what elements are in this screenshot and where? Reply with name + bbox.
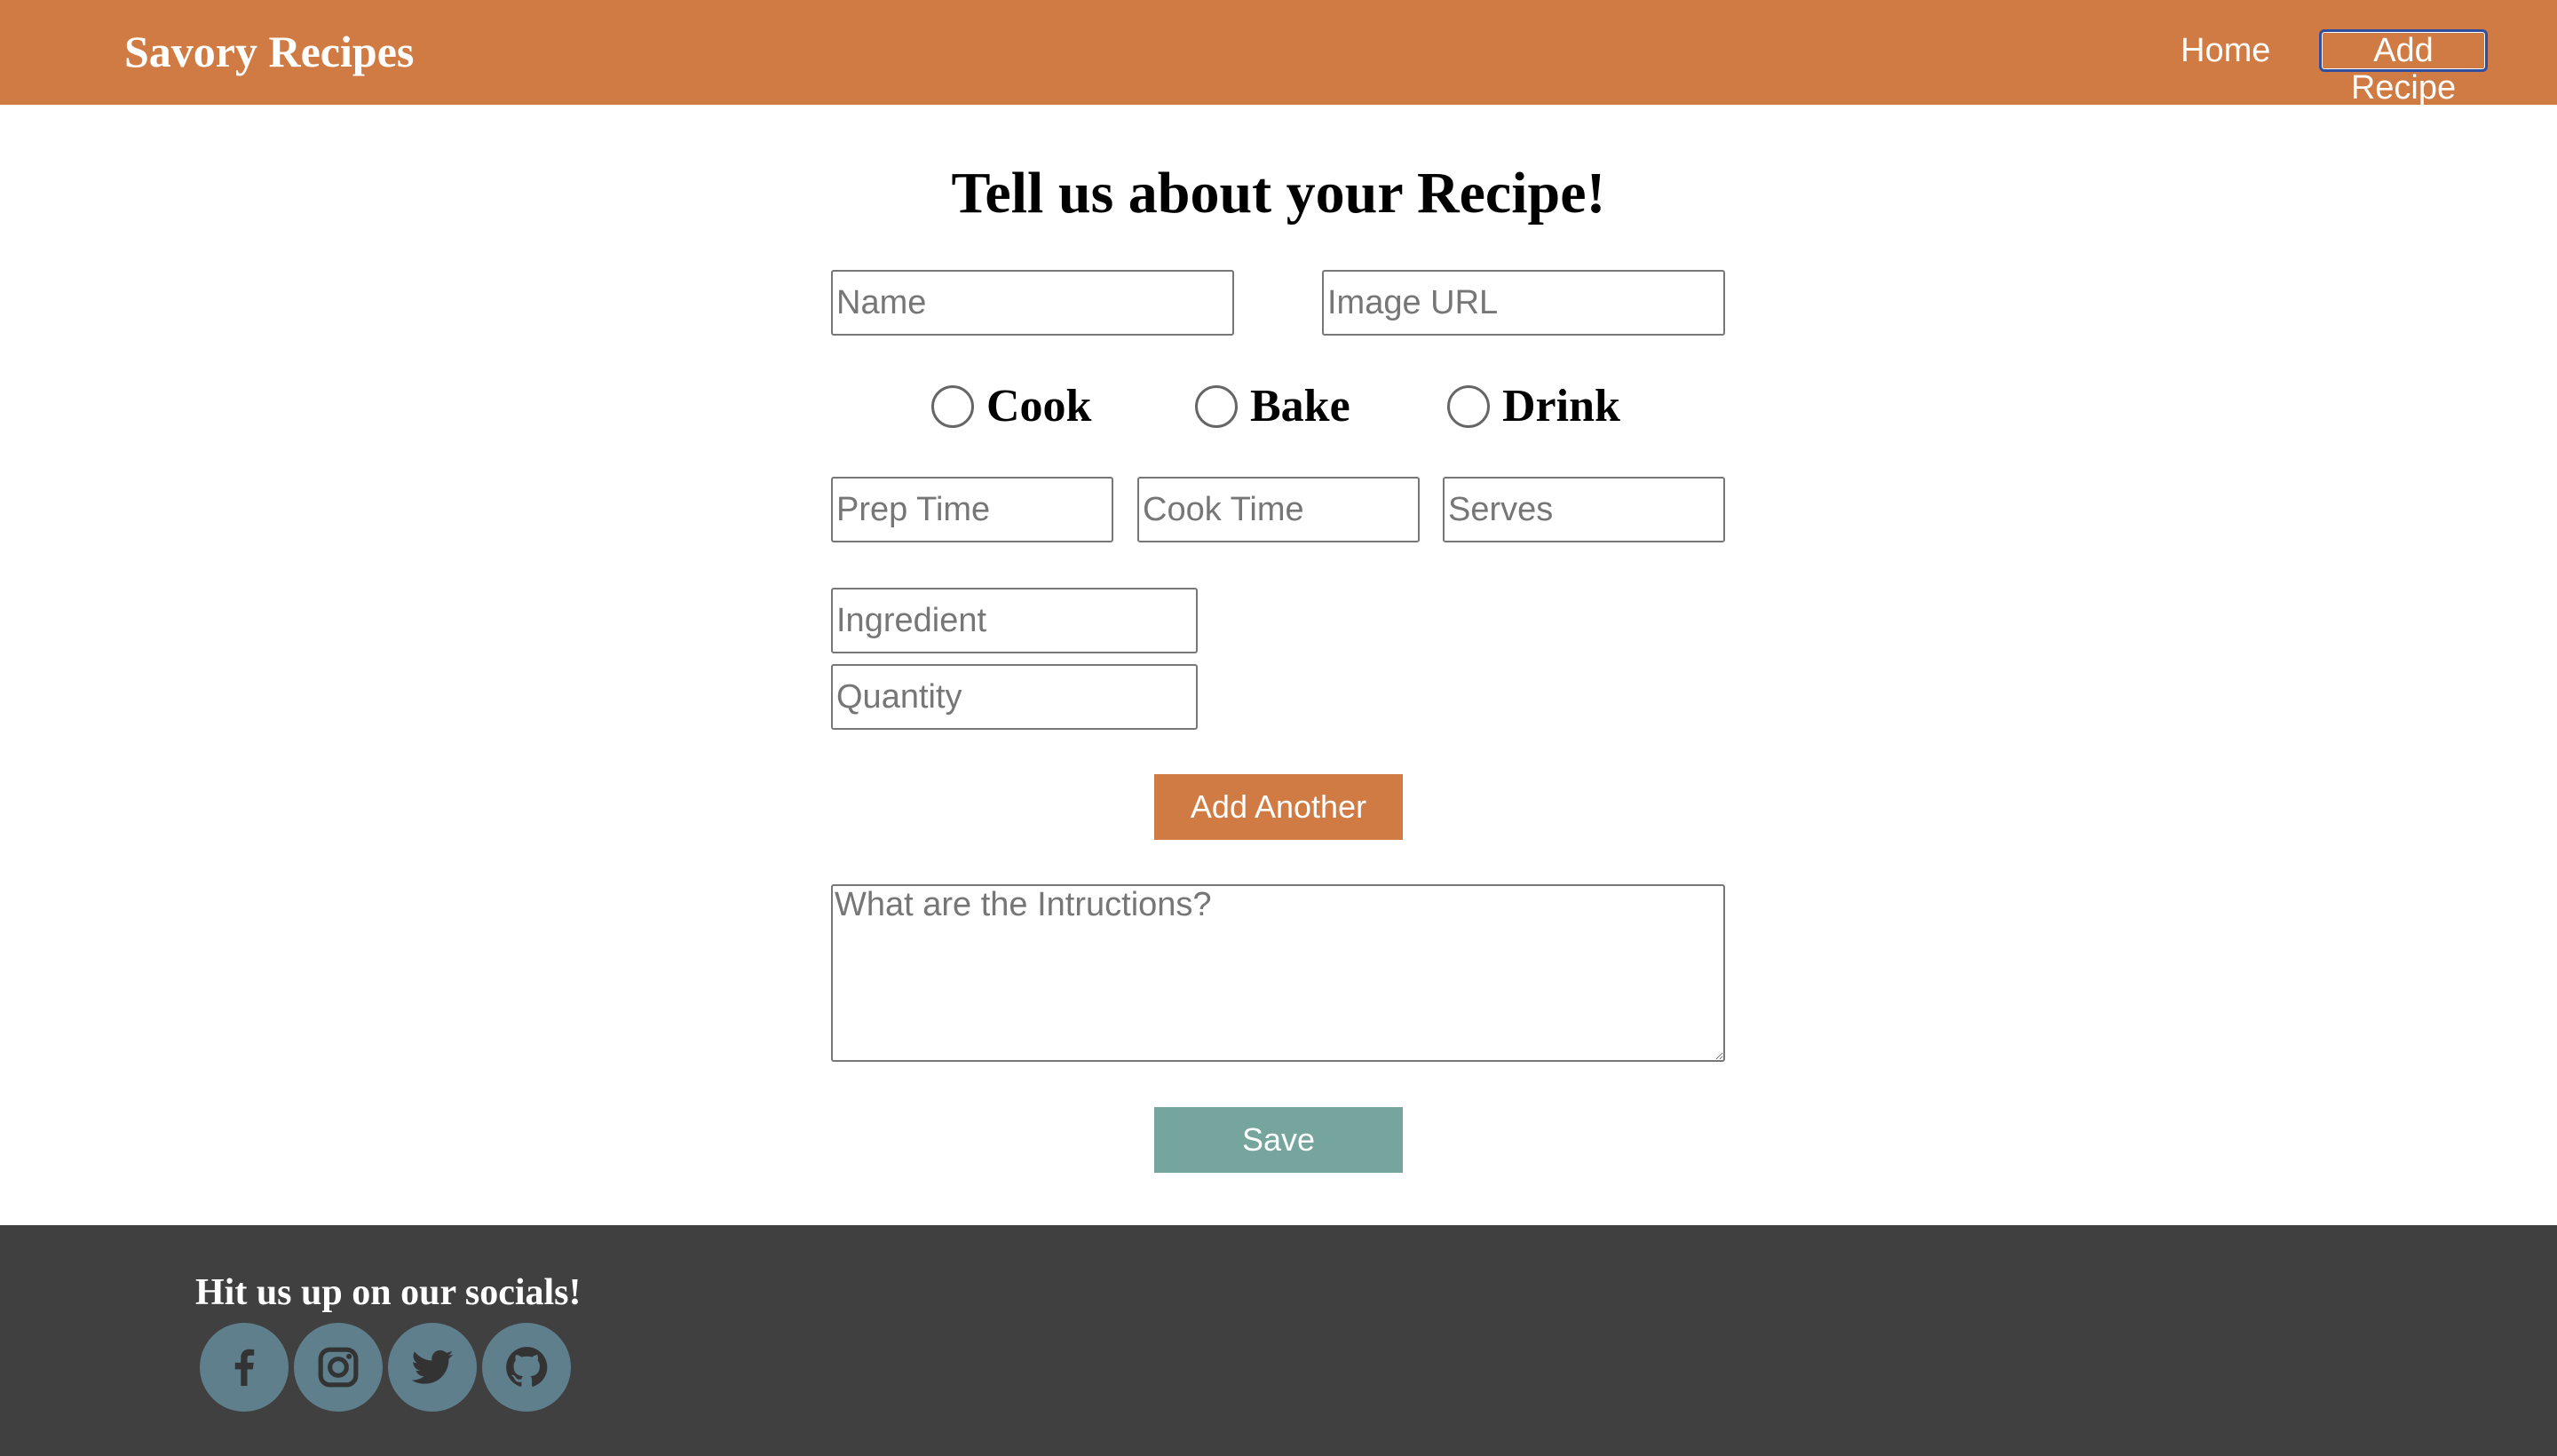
radio-drink-circle[interactable]	[1447, 385, 1490, 428]
github-icon	[506, 1347, 548, 1387]
radio-drink-label: Drink	[1502, 381, 1620, 431]
add-another-button[interactable]: Add Another	[1154, 774, 1403, 840]
radio-bake[interactable]: Bake	[1195, 380, 1350, 433]
serves-input[interactable]	[1443, 477, 1725, 542]
nav-home-link[interactable]: Home	[2181, 28, 2270, 73]
footer: Hit us up on our socials!	[0, 1225, 2557, 1456]
facebook-link[interactable]	[200, 1323, 289, 1412]
page-title: Tell us about your Recipe!	[951, 161, 1606, 226]
radio-bake-circle[interactable]	[1195, 385, 1238, 428]
navbar: Savory Recipes Home Add Recipe	[0, 0, 2557, 107]
facebook-icon	[234, 1349, 255, 1386]
instagram-link[interactable]	[294, 1323, 383, 1412]
prep-time-input[interactable]	[831, 477, 1113, 542]
twitter-link[interactable]	[388, 1323, 477, 1412]
radio-drink[interactable]: Drink	[1447, 380, 1620, 433]
twitter-icon	[411, 1349, 454, 1384]
radio-cook-circle[interactable]	[931, 385, 974, 428]
instagram-icon	[318, 1347, 359, 1388]
quantity-input[interactable]	[831, 664, 1198, 730]
footer-heading: Hit us up on our socials!	[195, 1272, 582, 1313]
instructions-textarea[interactable]	[831, 884, 1725, 1062]
image-url-input[interactable]	[1322, 270, 1725, 336]
save-button[interactable]: Save	[1154, 1107, 1403, 1173]
nav-add-recipe-link[interactable]: Add Recipe	[2319, 29, 2488, 107]
github-link[interactable]	[482, 1323, 571, 1412]
name-input[interactable]	[831, 270, 1234, 336]
ingredient-input[interactable]	[831, 588, 1198, 653]
radio-bake-label: Bake	[1250, 381, 1350, 431]
brand-title[interactable]: Savory Recipes	[124, 23, 414, 80]
cook-time-input[interactable]	[1137, 477, 1420, 542]
radio-cook-label: Cook	[986, 381, 1092, 431]
radio-cook[interactable]: Cook	[931, 380, 1091, 433]
